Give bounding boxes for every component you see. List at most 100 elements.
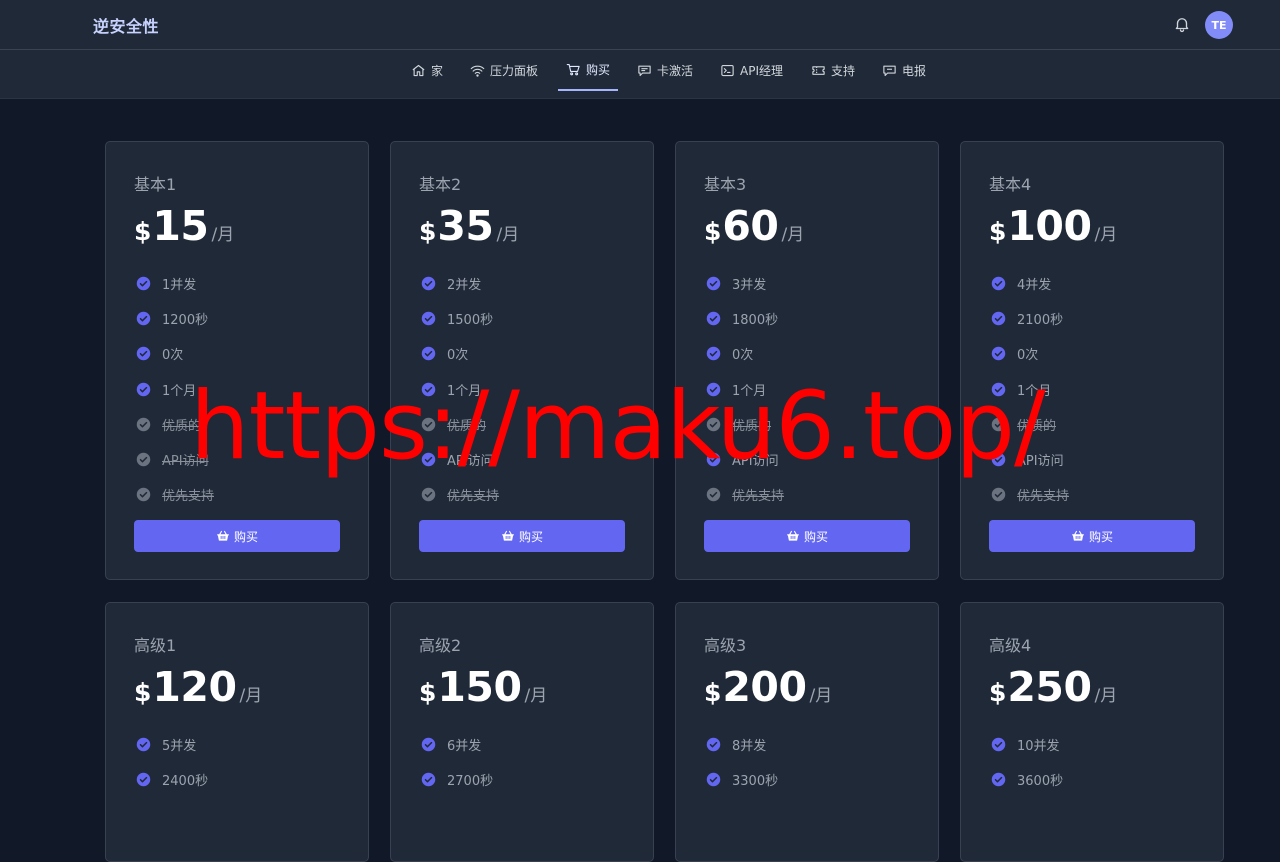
plan-feature: 优质的	[706, 407, 926, 442]
feature-text: 4并发	[1017, 278, 1052, 294]
plan-name: 高级1	[134, 636, 177, 655]
nav-label: API经理	[740, 64, 783, 78]
check-circle-icon	[136, 487, 151, 502]
price-period: /月	[496, 225, 520, 245]
price-currency: $	[704, 678, 722, 707]
plan-feature: 1个月	[421, 372, 641, 407]
feature-text: 8并发	[732, 739, 767, 755]
check-circle-icon	[706, 487, 721, 502]
nav-label: 压力面板	[490, 64, 539, 78]
feature-text: API访问	[732, 454, 779, 470]
plan-feature: 优质的	[421, 407, 641, 442]
plan-price: $150/月	[419, 663, 547, 713]
plan-feature: 1200秒	[136, 301, 356, 336]
ticket-icon	[812, 66, 825, 75]
feature-list: 3并发 1800秒 0次 1个月 优质的 API访问 优先支持	[706, 266, 926, 512]
feature-list: 4并发 2100秒 0次 1个月 优质的 API访问 优先支持	[991, 266, 1211, 512]
plan-feature: 1个月	[136, 372, 356, 407]
price-period: /月	[1094, 686, 1118, 706]
feature-text: 优质的	[162, 418, 202, 434]
nav-item-telegram[interactable]: 电报	[882, 50, 926, 91]
plan-feature: 优先支持	[991, 477, 1211, 512]
nav-label: 支持	[831, 64, 856, 78]
check-circle-icon	[136, 382, 151, 396]
check-circle-icon	[706, 382, 721, 396]
nav-label: 电报	[902, 64, 927, 78]
check-circle-icon	[706, 347, 721, 361]
price-amount: 15	[152, 202, 209, 250]
check-circle-icon	[991, 452, 1006, 467]
buy-button[interactable]: 购买	[419, 520, 625, 552]
buy-button[interactable]: 购买	[989, 520, 1195, 552]
plan-name: 高级4	[989, 636, 1032, 655]
nav-item-support[interactable]: 支持	[811, 50, 855, 91]
feature-text: 1800秒	[732, 313, 779, 329]
home-icon	[412, 64, 425, 77]
plan-feature: API访问	[421, 442, 641, 477]
check-circle-icon	[991, 312, 1006, 326]
nav-item-stress-panel[interactable]: 压力面板	[470, 50, 538, 91]
brand-logo[interactable]: 逆安全性	[93, 13, 159, 37]
plan-price: $120/月	[134, 663, 262, 713]
plan-feature: 优质的	[991, 407, 1211, 442]
check-circle-icon	[991, 417, 1006, 432]
buy-button[interactable]: 购买	[704, 520, 910, 552]
price-period: /月	[239, 686, 263, 706]
check-circle-icon	[421, 773, 436, 787]
plan-feature: 2700秒	[421, 762, 641, 797]
feature-text: 6并发	[447, 739, 482, 755]
plan-card: 基本2 $35/月 2并发 1500秒 0次 1个月 优质的 API访问 优先支持 购买	[390, 141, 654, 580]
bell-icon[interactable]	[1173, 14, 1191, 34]
feature-text: 优质的	[447, 418, 487, 434]
plan-feature: 3300秒	[706, 762, 926, 797]
plan-card: 基本4 $100/月 4并发 2100秒 0次 1个月 优质的 API访问 优先支持 购买	[960, 141, 1224, 580]
plan-feature: API访问	[706, 442, 926, 477]
plan-card: 高级2 $150/月 6并发 2700秒	[390, 602, 654, 862]
plan-price: $60/月	[704, 202, 804, 252]
plan-feature: 1个月	[991, 372, 1211, 407]
message-card-icon	[638, 65, 651, 77]
price-currency: $	[134, 678, 152, 707]
price-amount: 35	[437, 202, 494, 250]
plan-feature: 3并发	[706, 266, 926, 301]
plan-feature: 1并发	[136, 266, 356, 301]
price-period: /月	[524, 686, 548, 706]
plan-card: 基本1 $15/月 1并发 1200秒 0次 1个月 优质的 API访问 优先支持 购买	[105, 141, 369, 580]
basket-icon	[217, 530, 229, 541]
nav-item-purchase[interactable]: 购买	[558, 50, 618, 91]
feature-text: 3并发	[732, 278, 767, 294]
check-circle-icon	[136, 276, 151, 291]
nav-item-api-manager[interactable]: API经理	[720, 50, 783, 91]
price-currency: $	[704, 217, 722, 246]
basket-icon	[502, 530, 514, 541]
user-avatar[interactable]: TE	[1205, 11, 1233, 39]
basket-icon	[1072, 530, 1084, 541]
feature-text: 0次	[1017, 348, 1039, 364]
chat-icon	[883, 65, 896, 77]
feature-text: 1200秒	[162, 313, 209, 329]
nav-item-home[interactable]: 家	[411, 50, 443, 91]
check-circle-icon	[706, 773, 721, 787]
plan-feature: 0次	[421, 336, 641, 371]
nav-label: 购买	[585, 63, 610, 77]
buy-button[interactable]: 购买	[134, 520, 340, 552]
feature-text: 0次	[162, 348, 184, 364]
plan-feature: 6并发	[421, 727, 641, 762]
plan-price: $250/月	[989, 663, 1117, 713]
price-period: /月	[809, 686, 833, 706]
plan-card: 高级4 $250/月 10并发 3600秒	[960, 602, 1224, 862]
feature-text: 优先支持	[162, 489, 215, 505]
buy-button-label: 购买	[518, 529, 543, 544]
plan-feature: 4并发	[991, 266, 1211, 301]
nav-label: 卡激活	[657, 64, 694, 78]
feature-list: 5并发 2400秒	[136, 727, 356, 797]
check-circle-icon	[991, 487, 1006, 502]
check-circle-icon	[706, 452, 721, 467]
feature-text: 1个月	[162, 383, 197, 399]
plan-card: 高级3 $200/月 8并发 3300秒	[675, 602, 939, 862]
price-currency: $	[989, 217, 1007, 246]
check-circle-icon	[421, 276, 436, 291]
check-circle-icon	[136, 452, 151, 467]
nav-item-card-activation[interactable]: 卡激活	[637, 50, 693, 91]
feature-text: 1500秒	[447, 313, 494, 329]
